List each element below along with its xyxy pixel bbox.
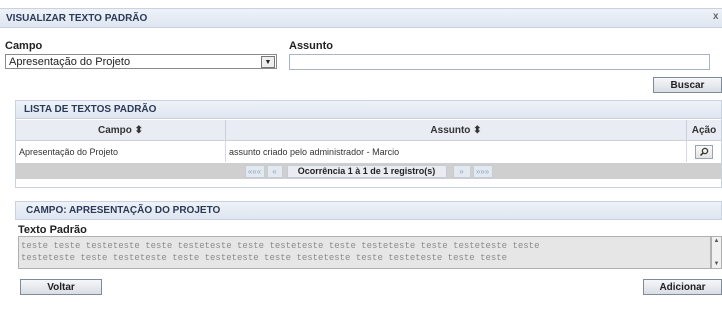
- row-assunto-cell: assunto criado pelo administrador - Marc…: [226, 141, 687, 162]
- textarea-scrollbar[interactable]: ▲ ▼: [711, 236, 722, 269]
- pager-first-button[interactable]: «««: [244, 164, 265, 178]
- pager: ««« « Ocorrência 1 à 1 de 1 registro(s) …: [16, 163, 721, 179]
- table-row: Apresentação do Projeto assunto criado p…: [16, 141, 721, 162]
- add-button[interactable]: Adicionar: [643, 279, 722, 295]
- column-header-campo[interactable]: Campo ⬍: [16, 120, 226, 140]
- search-button[interactable]: Buscar: [653, 77, 722, 93]
- close-icon[interactable]: x: [713, 11, 719, 22]
- detail-title-bar: CAMPO: APRESENTAÇÃO DO PROJETO: [15, 201, 722, 220]
- list-title: LISTA DE TEXTOS PADRÃO: [24, 104, 157, 115]
- row-action-cell: [687, 141, 721, 162]
- campo-select[interactable]: Apresentação do Projeto ▼: [5, 54, 277, 69]
- campo-select-value: Apresentação do Projeto: [9, 55, 131, 68]
- campo-label: Campo: [5, 40, 43, 52]
- window-title: VISUALIZAR TEXTO PADRÃO: [6, 12, 148, 24]
- assunto-label: Assunto: [289, 40, 333, 52]
- pager-prev-button[interactable]: «: [266, 164, 283, 178]
- scroll-down-icon[interactable]: ▼: [712, 260, 721, 268]
- window-title-bar: VISUALIZAR TEXTO PADRÃO: [0, 8, 722, 28]
- row-campo-cell: Apresentação do Projeto: [16, 141, 226, 162]
- texto-padrao-label: Texto Padrão: [18, 224, 87, 236]
- assunto-input[interactable]: [289, 54, 710, 70]
- texto-padrao-textarea[interactable]: teste teste testeteste teste testeteste …: [18, 236, 711, 269]
- list-title-bar: LISTA DE TEXTOS PADRÃO: [15, 100, 722, 119]
- pager-last-button[interactable]: »»»: [472, 164, 493, 178]
- column-header-assunto[interactable]: Assunto ⬍: [226, 120, 687, 140]
- back-button[interactable]: Voltar: [20, 279, 102, 295]
- chevron-down-icon[interactable]: ▼: [261, 56, 275, 68]
- detail-title: CAMPO: APRESENTAÇÃO DO PROJETO: [26, 205, 221, 216]
- view-button[interactable]: [695, 144, 713, 159]
- table-header: Campo ⬍ Assunto ⬍ Ação: [16, 120, 721, 141]
- pager-next-button[interactable]: »: [452, 164, 471, 178]
- search-icon: [699, 147, 709, 156]
- column-header-acao: Ação: [687, 120, 721, 140]
- scroll-up-icon[interactable]: ▲: [712, 237, 721, 245]
- pager-status: Ocorrência 1 à 1 de 1 registro(s): [286, 164, 447, 178]
